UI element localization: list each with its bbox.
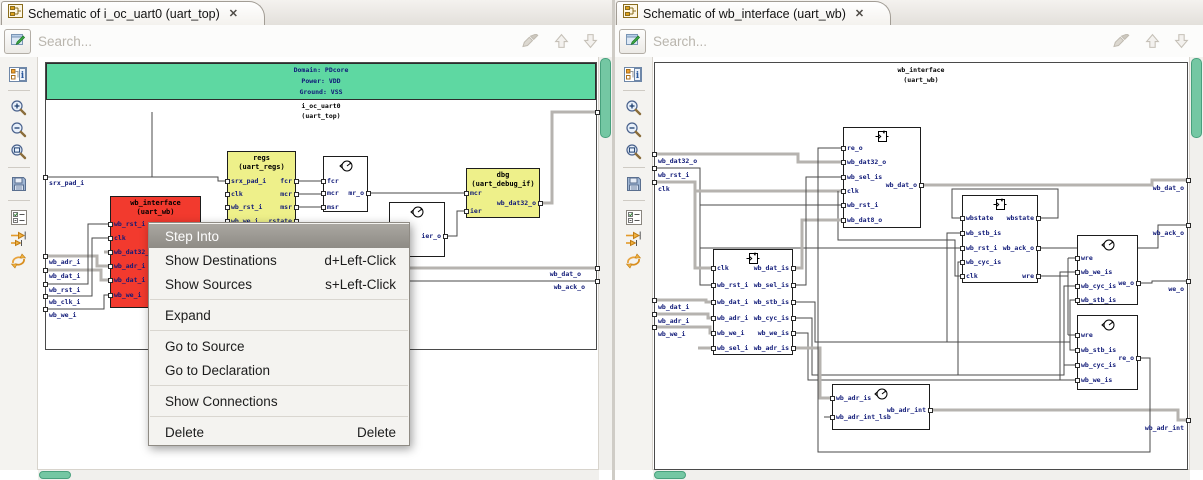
menu-item-shortcut: d+Left-Click (324, 252, 396, 268)
zoom-fit-button[interactable] (621, 141, 647, 161)
search-options-button (619, 28, 646, 54)
horizontal-scrollbar-thumb[interactable] (39, 471, 71, 479)
menu-item-label: Delete (165, 424, 205, 440)
svg-text:i: i (636, 71, 640, 81)
search-edit-icon (625, 32, 641, 51)
schematic-info-button[interactable]: i (621, 64, 647, 84)
vertical-scrollbar-thumb[interactable] (600, 58, 611, 138)
display-options-button[interactable] (621, 207, 647, 227)
menu-item-step-into[interactable]: Step Into (149, 224, 409, 248)
context-menu: Step Into Show Destinations d+Left-Click Sh… (148, 222, 410, 446)
search-bar (0, 25, 612, 58)
zoom-out-button[interactable] (6, 119, 32, 139)
menu-item-label: Show Sources (165, 276, 253, 292)
menu-separator (150, 299, 408, 300)
editor-pane-right: Schematic of wb_interface (uart_wb) ✕ i (615, 0, 1203, 480)
menu-item-label: Go to Source (165, 338, 245, 354)
search-input[interactable] (651, 32, 1112, 50)
menu-item-show-destinations[interactable]: Show Destinations d+Left-Click (149, 248, 409, 272)
menu-item-go-to-source[interactable]: Go to Source (149, 334, 409, 358)
schematic-toolbar: i (615, 57, 653, 470)
swap-contents-button[interactable] (621, 251, 647, 271)
zoom-in-button[interactable] (6, 97, 32, 117)
trace-signals-button[interactable] (6, 229, 32, 249)
previous-match-icon[interactable] (554, 33, 569, 49)
next-match-icon[interactable] (583, 33, 598, 49)
toolbar-separator (7, 167, 30, 168)
zoom-out-button[interactable] (621, 119, 647, 139)
close-icon[interactable]: ✕ (855, 7, 864, 20)
vertical-scrollbar-thumb[interactable] (1191, 58, 1202, 138)
schematic-tab-icon (623, 4, 638, 23)
menu-item-label: Show Connections (165, 393, 278, 409)
menu-item-delete[interactable]: Delete Delete (149, 420, 409, 444)
menu-item-shortcut: s+Left-Click (325, 276, 396, 292)
toolbar-separator (622, 167, 645, 168)
svg-text:i: i (21, 71, 25, 81)
clear-highlights-icon[interactable] (1112, 34, 1131, 48)
menu-item-label: Go to Declaration (165, 362, 271, 378)
menu-item-shortcut: Delete (356, 424, 396, 440)
tab-schematic-uart-top[interactable]: Schematic of i_oc_uart0 (uart_top) ✕ (1, 1, 265, 25)
menu-item-label: Expand (165, 307, 211, 323)
next-match-icon[interactable] (1174, 33, 1189, 49)
previous-match-icon[interactable] (1145, 33, 1160, 49)
tab-title: Schematic of wb_interface (uart_wb) (643, 6, 846, 21)
horizontal-scrollbar-thumb[interactable] (654, 471, 686, 479)
zoom-in-button[interactable] (621, 97, 647, 117)
toolbar-separator (7, 200, 30, 201)
menu-item-show-sources[interactable]: Show Sources s+Left-Click (149, 272, 409, 296)
toolbar-separator (622, 90, 645, 91)
zoom-fit-button[interactable] (6, 141, 32, 161)
save-button[interactable] (6, 174, 32, 194)
swap-contents-button[interactable] (6, 251, 32, 271)
save-button[interactable] (621, 174, 647, 194)
menu-item-go-to-declaration[interactable]: Go to Declaration (149, 358, 409, 382)
horizontal-scrollbar[interactable] (653, 469, 1190, 480)
menu-item-expand[interactable]: Expand (149, 303, 409, 327)
toolbar-separator (7, 90, 30, 91)
menu-separator (150, 416, 408, 417)
search-bar (615, 25, 1203, 58)
vertical-scrollbar[interactable] (1189, 57, 1203, 470)
search-edit-icon (10, 32, 26, 51)
schematic-tab-icon (8, 4, 23, 23)
tab-bar: Schematic of i_oc_uart0 (uart_top) ✕ (0, 0, 612, 26)
menu-separator (150, 385, 408, 386)
menu-item-show-connections[interactable]: Show Connections (149, 389, 409, 413)
tab-bar: Schematic of wb_interface (uart_wb) ✕ (615, 0, 1203, 26)
close-icon[interactable]: ✕ (229, 7, 238, 20)
search-input[interactable] (36, 32, 521, 50)
display-options-button[interactable] (6, 207, 32, 227)
schematic-toolbar: i (0, 57, 38, 470)
menu-item-label: Show Destinations (165, 252, 277, 268)
search-options-button[interactable] (4, 28, 31, 54)
tab-schematic-uart-wb[interactable]: Schematic of wb_interface (uart_wb) ✕ (616, 1, 892, 25)
schematic-canvas[interactable] (653, 57, 1189, 470)
clear-highlights-icon[interactable] (521, 34, 540, 48)
toolbar-separator (622, 200, 645, 201)
menu-item-label: Step Into (165, 228, 220, 244)
schematic-info-button[interactable]: i (6, 64, 32, 84)
vertical-scrollbar[interactable] (598, 57, 612, 470)
horizontal-scrollbar[interactable] (38, 469, 599, 480)
trace-signals-button[interactable] (621, 229, 647, 249)
menu-separator (150, 330, 408, 331)
tab-title: Schematic of i_oc_uart0 (uart_top) (28, 6, 220, 21)
